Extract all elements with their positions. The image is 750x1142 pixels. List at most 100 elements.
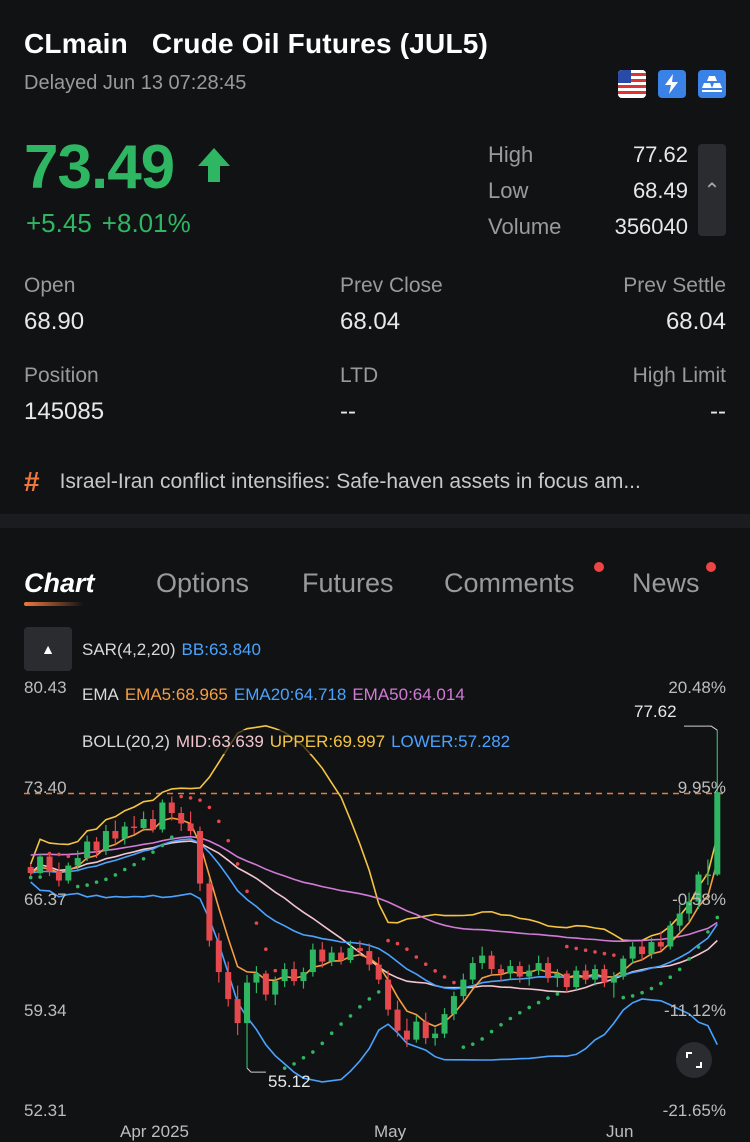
news-notification-dot xyxy=(706,562,716,572)
candle-body xyxy=(131,826,138,829)
candle-body xyxy=(544,963,552,979)
x-tick-label: May xyxy=(374,1122,407,1141)
candle-body xyxy=(84,841,91,859)
expand-icon xyxy=(686,1052,702,1068)
tab-options[interactable]: Options xyxy=(156,568,249,599)
candle-body xyxy=(526,970,533,977)
lightning-icon[interactable] xyxy=(658,70,686,98)
candle-body xyxy=(385,979,392,1010)
candle-body xyxy=(281,969,288,982)
candle-body xyxy=(253,973,260,983)
sar-dot xyxy=(405,947,409,951)
last-price: 73.49 xyxy=(24,133,175,202)
candle-body xyxy=(403,1030,410,1040)
sar-dot xyxy=(696,945,701,949)
sar-dot xyxy=(235,862,240,866)
sar-dot xyxy=(659,981,663,986)
candle-body xyxy=(507,966,514,974)
open-value: 68.90 xyxy=(24,308,85,335)
candle-body xyxy=(639,946,646,955)
high-label: High xyxy=(488,142,534,167)
high-marker-label: 77.62 xyxy=(634,702,677,721)
sar-dot xyxy=(480,1037,484,1041)
sar-dot xyxy=(329,1031,334,1036)
news-headline-link[interactable]: # Israel-Iran conflict intensifies: Safe… xyxy=(24,466,726,498)
sar-dot xyxy=(574,946,579,951)
candle-body xyxy=(215,940,222,973)
day-stats: High 77.62 Low 68.49 Volume 356040 xyxy=(488,140,688,248)
candle-body xyxy=(121,826,128,839)
y-tick-label: 52.31 xyxy=(24,1101,67,1120)
sar-dot xyxy=(254,921,259,925)
candle-body xyxy=(667,925,674,947)
instrument-name: Crude Oil Futures (JUL5) xyxy=(151,28,489,59)
sar-dot xyxy=(47,851,52,856)
candle-body xyxy=(291,969,298,982)
sar-dot xyxy=(583,948,588,953)
boll-indicator-line: BOLL(20,2) MID:63.639 UPPER:69.997 LOWER:57… xyxy=(80,730,519,754)
sar-dot xyxy=(565,944,569,949)
sar-dot xyxy=(264,947,268,952)
boll-label: BOLL(20,2) xyxy=(82,732,170,751)
sar-dot xyxy=(517,1010,522,1015)
candle-body xyxy=(601,969,608,983)
ema20-line xyxy=(30,838,718,990)
prev-settle-value: 68.04 xyxy=(665,308,726,335)
sar-dot xyxy=(282,1066,287,1070)
candle-body xyxy=(714,792,721,875)
candle-body xyxy=(582,970,589,980)
tab-chart[interactable]: Chart xyxy=(24,568,95,599)
x-tick-label: Apr 2025 xyxy=(120,1122,189,1141)
volume-label: Volume xyxy=(488,214,562,239)
sar-dot xyxy=(339,1022,343,1026)
chevron-up-icon: ⌃ xyxy=(703,179,721,202)
sar-dot xyxy=(122,867,127,872)
candle-body xyxy=(65,865,72,881)
sar-dot xyxy=(320,1041,325,1046)
sar-dot xyxy=(151,850,155,854)
ema-indicator-line: EMA EMA5:68.965 EMA20:64.718 EMA50:64.014 xyxy=(80,683,473,707)
badge-group xyxy=(618,70,726,98)
hashtag-icon: # xyxy=(24,466,40,497)
ema50-value: EMA50:64.014 xyxy=(352,685,465,704)
sar-dot xyxy=(386,938,390,943)
sar-dot xyxy=(461,1045,466,1049)
sar-dot xyxy=(207,805,212,810)
detail-stats: Open 68.90 Prev Close 68.04 Prev Settle 68.… xyxy=(24,274,726,454)
indicator-toggle-button[interactable]: ▲ xyxy=(24,627,72,671)
sar-dot xyxy=(649,986,654,991)
candle-body xyxy=(225,972,232,1000)
sar-dot xyxy=(376,990,381,994)
candle-body xyxy=(37,856,44,874)
sar-dot xyxy=(423,962,428,967)
fullscreen-button[interactable] xyxy=(676,1042,712,1078)
sar-dot xyxy=(367,997,372,1001)
candle-body xyxy=(206,883,213,941)
boll-mid-value: MID:63.639 xyxy=(175,732,264,751)
low-value: 68.49 xyxy=(632,178,688,203)
sar-dot xyxy=(188,796,193,800)
volume-value: 356040 xyxy=(614,214,688,239)
sar-dot xyxy=(169,835,174,839)
sar-dot xyxy=(602,951,607,956)
sar-dot xyxy=(677,967,682,972)
tab-news[interactable]: News xyxy=(632,568,700,599)
gold-bars-icon[interactable] xyxy=(698,70,726,98)
instrument-title: CLmain Crude Oil Futures (JUL5) xyxy=(24,28,726,60)
sar-dot xyxy=(28,875,33,880)
candle-body xyxy=(234,999,241,1024)
sar-dot xyxy=(706,930,710,934)
candle-body xyxy=(309,949,316,973)
candle-body xyxy=(441,1014,448,1034)
pct-tick-label: 9.95% xyxy=(677,778,726,797)
sar-dot xyxy=(348,1014,353,1018)
tab-futures[interactable]: Futures xyxy=(302,568,394,599)
low-label: Low xyxy=(488,178,529,203)
candle-body xyxy=(159,802,166,830)
collapse-button[interactable]: ⌃ xyxy=(698,144,726,236)
bb-value: BB:63.840 xyxy=(181,640,261,659)
us-flag-icon[interactable] xyxy=(618,70,646,98)
candle-body xyxy=(422,1021,429,1039)
candle-body xyxy=(413,1021,420,1040)
tab-comments[interactable]: Comments xyxy=(444,568,575,599)
